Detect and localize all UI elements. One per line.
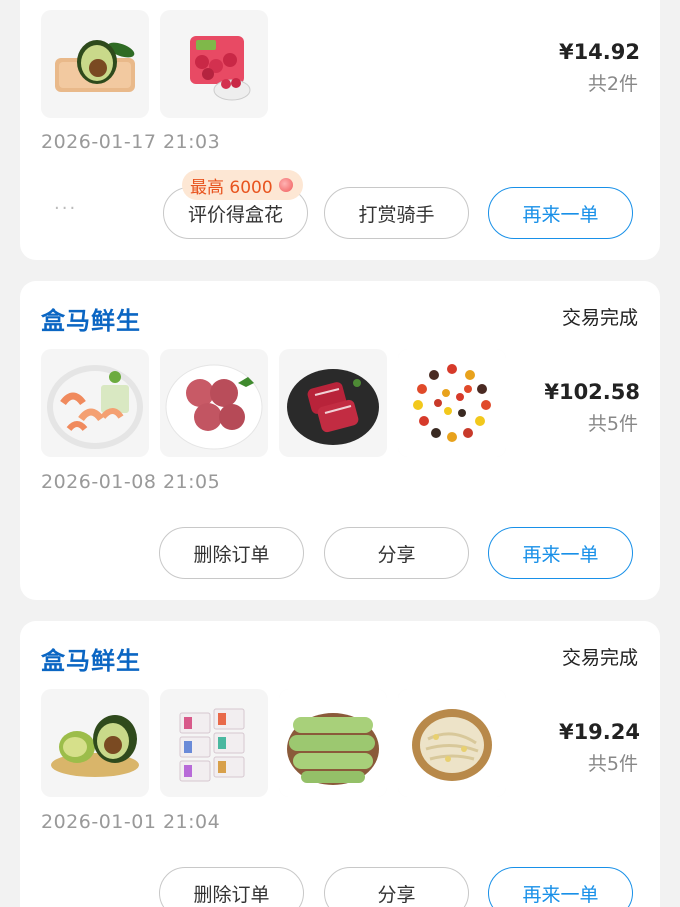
delete-order-button[interactable]: 删除订单 xyxy=(159,867,304,907)
order-price: ¥19.24 xyxy=(558,720,640,744)
reorder-button[interactable]: 再来一单 xyxy=(488,527,633,579)
raspberry-icon xyxy=(160,10,268,118)
order-price: ¥14.92 xyxy=(558,40,640,64)
order-status: 交易完成 xyxy=(561,307,638,329)
steak-icon xyxy=(279,349,387,457)
reorder-button[interactable]: 再来一单 xyxy=(488,187,633,239)
order-status: 交易完成 xyxy=(561,647,638,669)
store-name[interactable]: 盒马鲜生 xyxy=(41,641,141,676)
order-date: 2026-01-17 21:03 xyxy=(41,131,221,153)
cherry-tomato-icon xyxy=(398,349,506,457)
share-button[interactable]: 分享 xyxy=(324,527,469,579)
delete-order-button[interactable]: 删除订单 xyxy=(159,527,304,579)
order-item-count: 共2件 xyxy=(587,73,638,95)
tip-rider-button[interactable]: 打赏骑手 xyxy=(324,187,469,239)
order-price: ¥102.58 xyxy=(544,380,640,404)
shrimp-icon xyxy=(41,349,149,457)
reward-badge-label: 最高 6000 xyxy=(190,177,273,198)
order-items[interactable] xyxy=(41,10,268,118)
store-name[interactable]: 盒马鲜生 xyxy=(41,301,141,336)
avocado-slices-icon xyxy=(41,689,149,797)
tofu-packs-icon xyxy=(160,689,268,797)
flower-icon xyxy=(278,178,293,192)
order-item-count: 共5件 xyxy=(587,413,638,435)
meat-patty-icon xyxy=(160,349,268,457)
reward-badge: 最高 6000 xyxy=(182,170,303,200)
bean-sprout-icon xyxy=(398,689,506,797)
order-date: 2026-01-01 21:04 xyxy=(41,811,221,833)
order-date: 2026-01-08 21:05 xyxy=(41,471,221,493)
order-card[interactable]: 盒马鲜生 交易完成 xyxy=(20,621,660,907)
avocado-icon xyxy=(41,10,149,118)
more-options-icon[interactable]: ··· xyxy=(54,198,77,219)
share-button[interactable]: 分享 xyxy=(324,867,469,907)
order-items[interactable] xyxy=(41,689,506,797)
order-card[interactable]: 盒马鲜生 交易完成 xyxy=(20,281,660,600)
order-items[interactable] xyxy=(41,349,506,457)
order-item-count: 共5件 xyxy=(587,753,638,775)
order-card[interactable]: ¥14.92 共2件 2026-01-17 21:03 ··· 评价得盒花 打赏… xyxy=(20,0,660,260)
reorder-button[interactable]: 再来一单 xyxy=(488,867,633,907)
cucumber-icon xyxy=(279,689,387,797)
